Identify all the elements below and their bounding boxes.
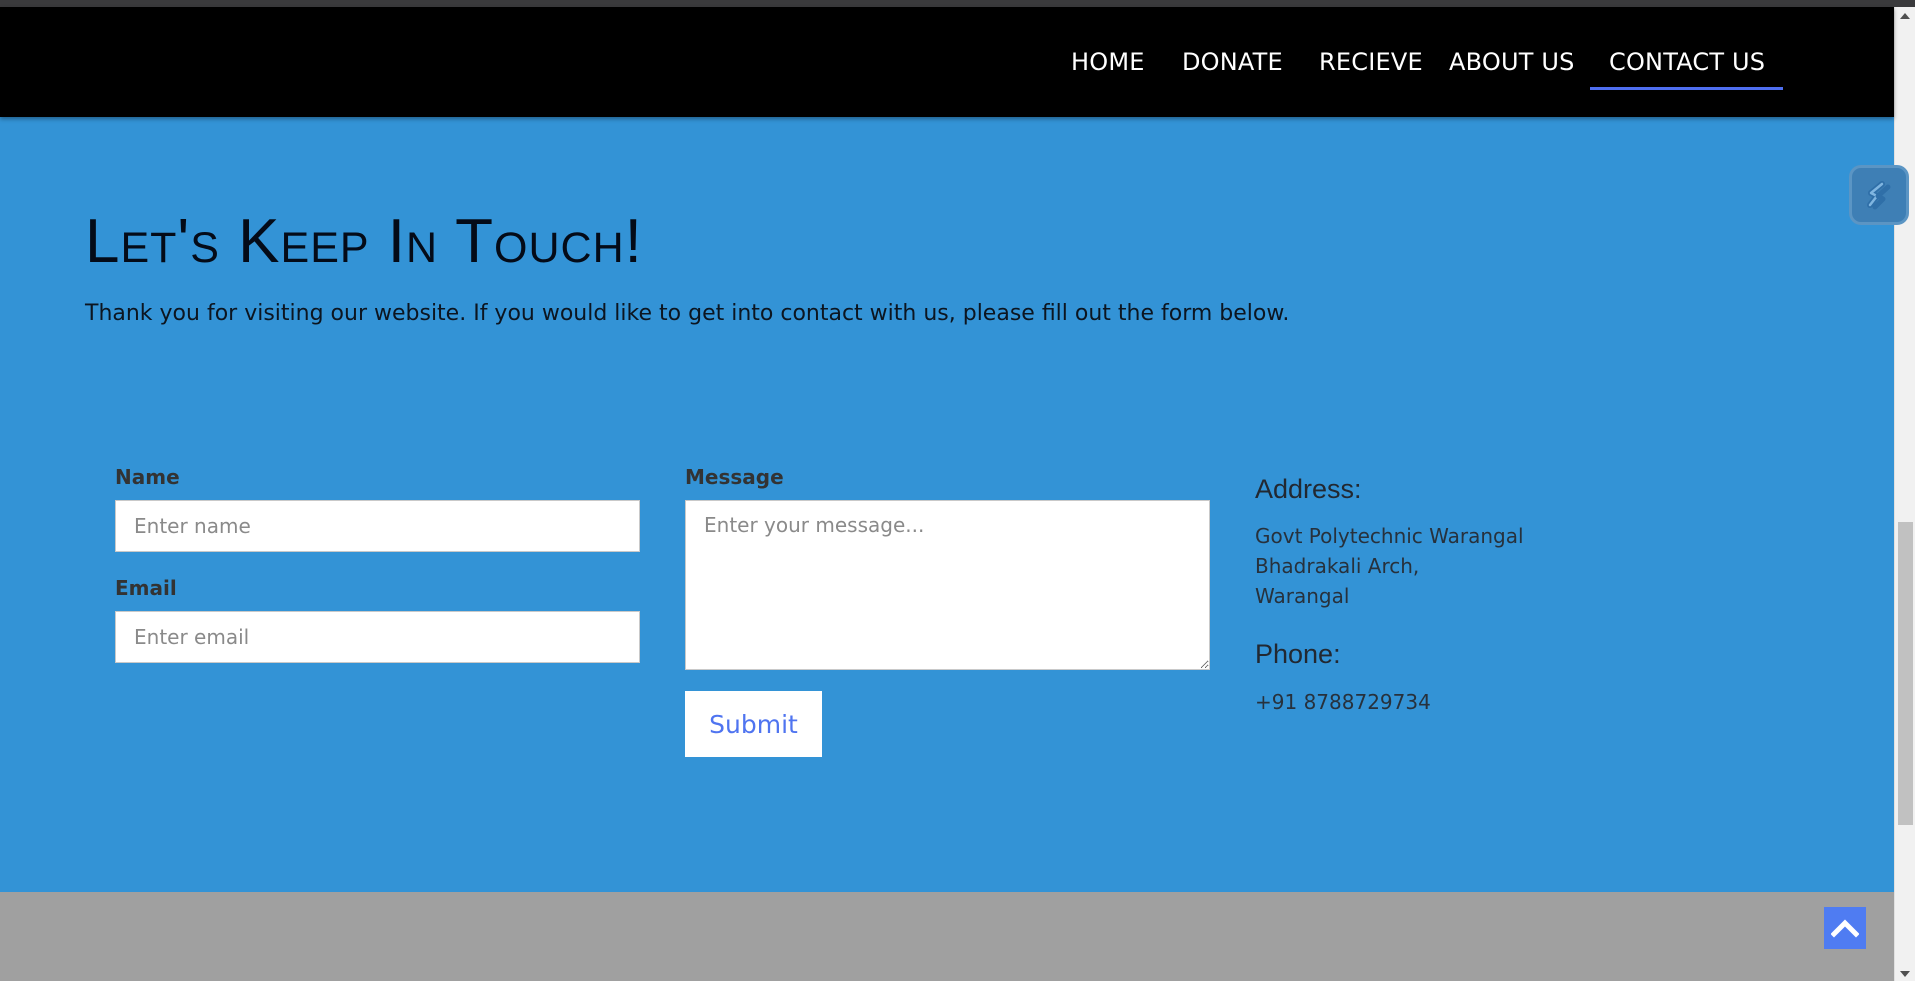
nav-item-contact-us[interactable]: CONTACT US	[1589, 7, 1784, 90]
floating-tool-button[interactable]	[1849, 165, 1909, 225]
slash-tool-icon	[1867, 181, 1891, 210]
page-title: Let's Keep In Touch!	[85, 207, 643, 276]
scroll-to-top-button[interactable]	[1824, 907, 1866, 949]
intro-text: Thank you for visiting our website. If y…	[85, 301, 1290, 326]
address-line-2: Bhadrakali Arch,	[1255, 554, 1420, 578]
page-scrollbar[interactable]	[1894, 7, 1915, 981]
scrollbar-thumb[interactable]	[1898, 522, 1913, 825]
email-input[interactable]	[115, 611, 640, 663]
scroll-down-arrow-icon[interactable]	[1900, 971, 1910, 977]
nav-item-recieve[interactable]: RECIEVE	[1319, 7, 1423, 89]
contact-section: Let's Keep In Touch! Thank you for visit…	[0, 117, 1894, 892]
nav-item-home[interactable]: HOME	[1071, 7, 1145, 89]
footer	[0, 892, 1894, 981]
top-navbar: HOME DONATE RECIEVE ABOUT US CONTACT US	[0, 7, 1894, 117]
message-label: Message	[685, 465, 784, 489]
address-title: Address:	[1255, 474, 1362, 504]
chevron-up-icon	[1831, 919, 1859, 938]
name-label: Name	[115, 465, 180, 489]
message-textarea[interactable]	[685, 500, 1210, 670]
nav-item-donate[interactable]: DONATE	[1182, 7, 1283, 89]
email-label: Email	[115, 576, 177, 600]
phone-number: +91 8788729734	[1255, 690, 1431, 714]
submit-button[interactable]: Submit	[685, 691, 822, 757]
address-line-1: Govt Polytechnic Warangal	[1255, 524, 1524, 548]
address-line-3: Warangal	[1255, 584, 1350, 608]
phone-title: Phone:	[1255, 639, 1341, 669]
page: HOME DONATE RECIEVE ABOUT US CONTACT US …	[0, 0, 1915, 981]
nav-item-about-us[interactable]: ABOUT US	[1449, 7, 1575, 89]
scroll-up-arrow-icon[interactable]	[1900, 13, 1910, 19]
name-input[interactable]	[115, 500, 640, 552]
